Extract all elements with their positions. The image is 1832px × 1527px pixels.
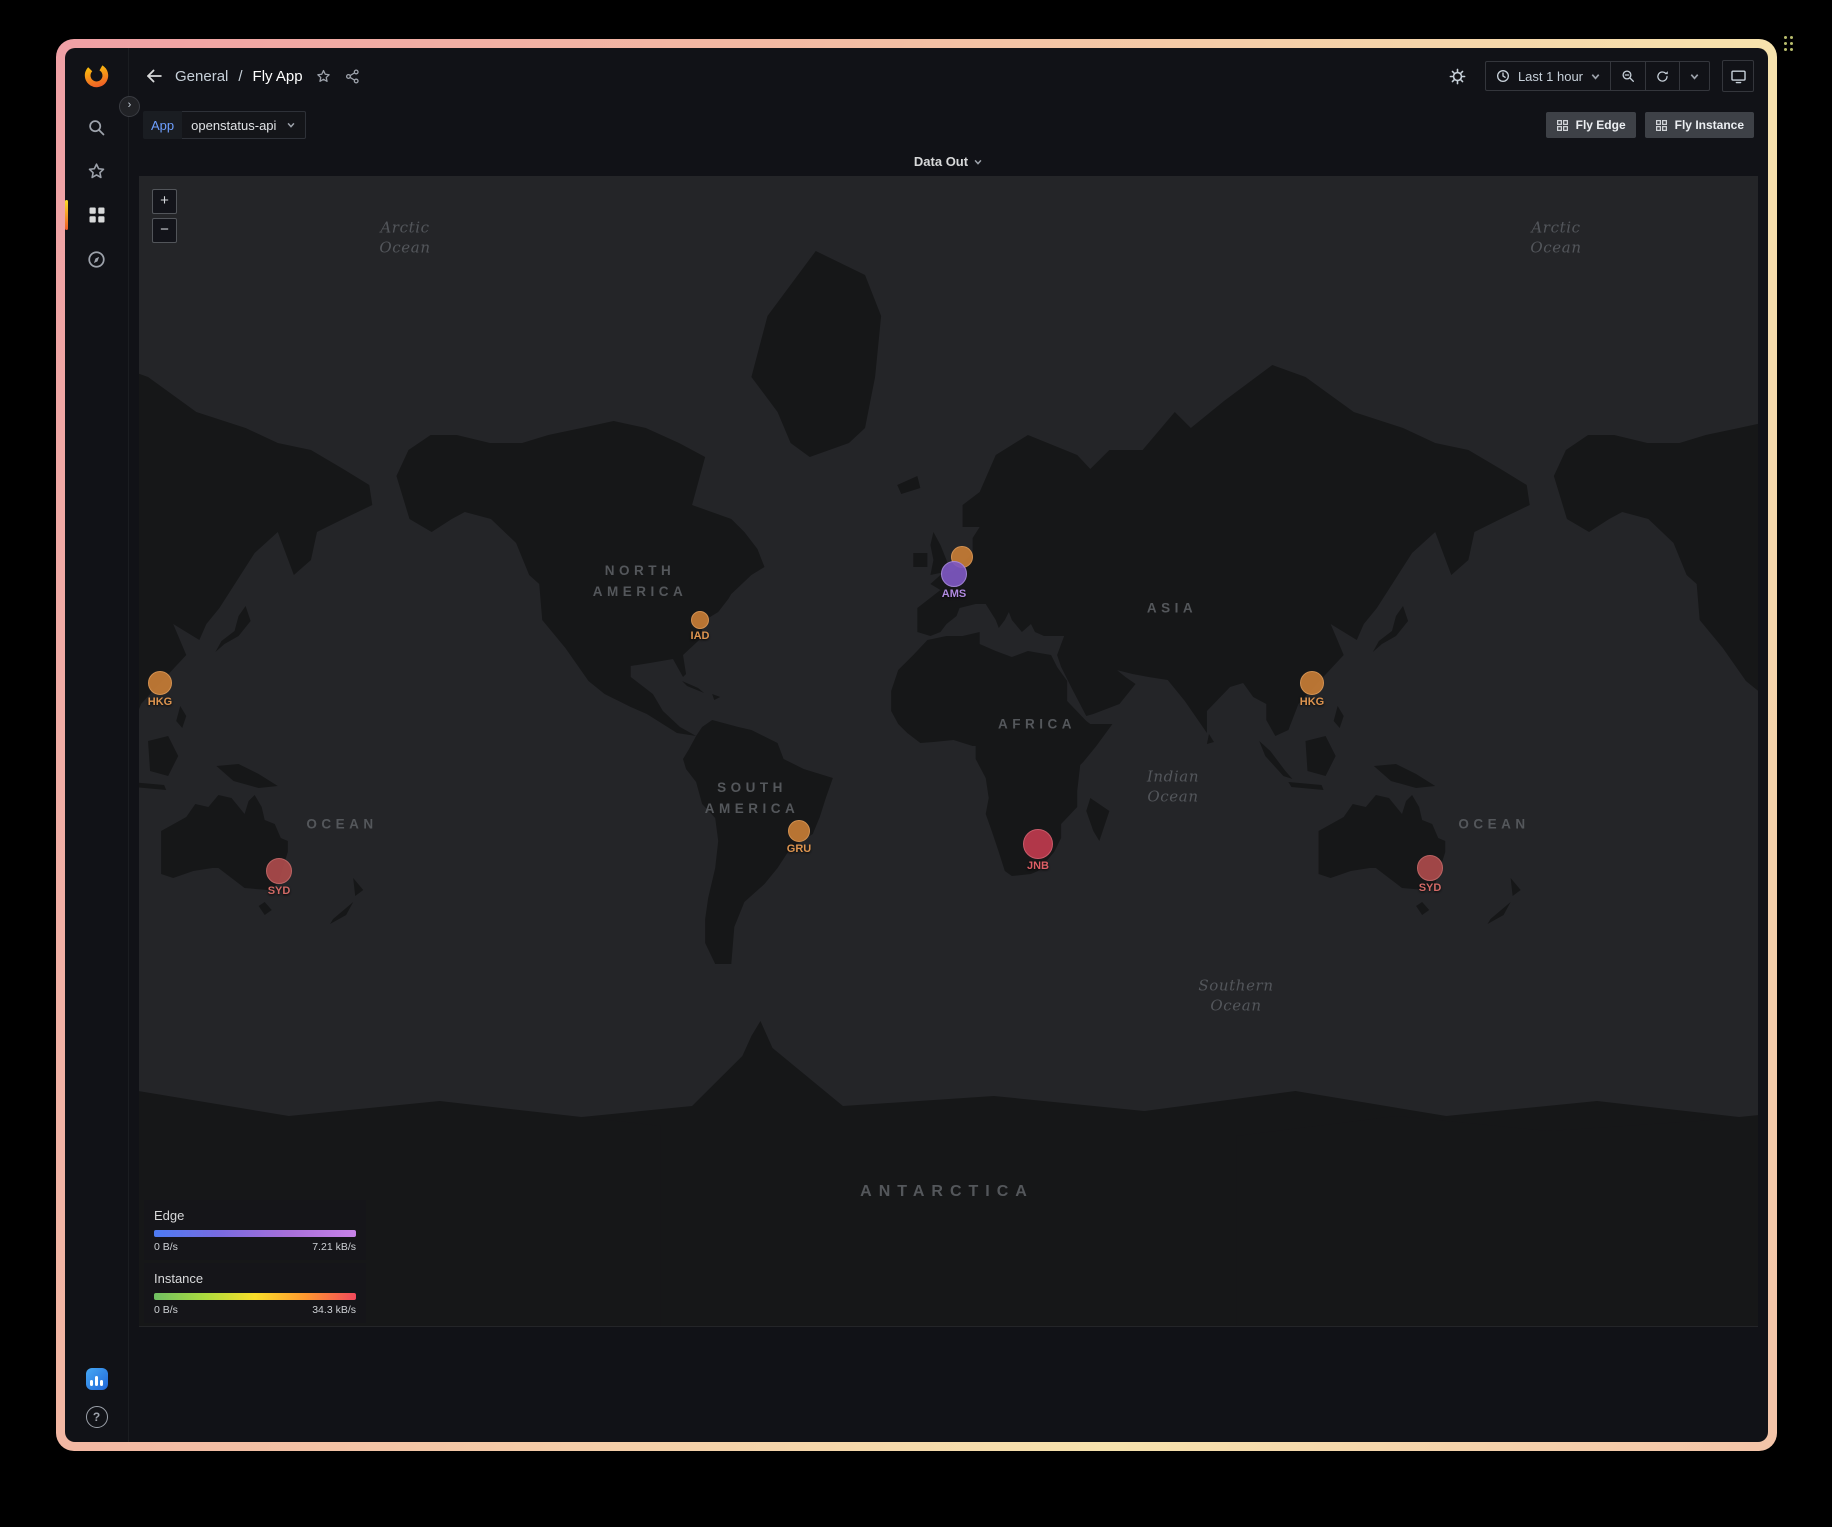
legend-edge-max: 7.21 kB/s [312, 1241, 356, 1253]
zoom-out-icon [1620, 68, 1636, 84]
map-marker-label: JNB [1027, 860, 1049, 872]
legend-instance-gradient [154, 1293, 356, 1300]
variable-app: App openstatus-api [143, 111, 306, 139]
map-marker-label: IAD [691, 630, 710, 642]
map-marker-ams[interactable] [941, 561, 967, 587]
geomap-panel[interactable]: + − Arctic OceanArctic OceanNORTH AMERIC… [139, 176, 1758, 1327]
dashboards-icon [1556, 119, 1569, 132]
map-marker-syd[interactable] [266, 858, 292, 884]
dashboard-links: Fly Edge Fly Instance [1546, 112, 1754, 138]
map-zoom-controls: + − [152, 189, 177, 243]
sidebar: › [65, 48, 129, 1442]
sidebar-item-dashboards[interactable] [65, 193, 128, 237]
map-marker-hkg[interactable] [148, 671, 172, 695]
time-range-picker[interactable]: Last 1 hour [1485, 61, 1611, 91]
share-dashboard-button[interactable] [344, 68, 361, 85]
refresh-button[interactable] [1645, 61, 1680, 91]
sidebar-item-starred[interactable] [65, 149, 128, 193]
refresh-interval-dropdown[interactable] [1679, 61, 1710, 91]
map-markers-layer: HKG SYD IAD AMS GRU JNB HKG SYD [139, 176, 1758, 1327]
app-window: › [56, 39, 1777, 1451]
search-icon [86, 117, 107, 138]
map-marker-label: GRU [787, 843, 811, 855]
legend-instance-title: Instance [154, 1271, 356, 1286]
panel-header[interactable]: Data Out [129, 146, 1768, 176]
monitor-icon [1730, 68, 1747, 85]
dashboards-icon [1655, 119, 1668, 132]
legend-instance-max: 34.3 kB/s [312, 1304, 356, 1316]
assistant-icon[interactable] [86, 1368, 108, 1390]
map-marker-label: SYD [1419, 882, 1442, 894]
share-icon [344, 68, 361, 85]
chevron-down-icon [973, 157, 983, 167]
fly-edge-label: Fly Edge [1576, 118, 1626, 132]
sidebar-expand-button[interactable]: › [119, 96, 140, 117]
zoom-in-button[interactable]: + [152, 189, 177, 214]
map-marker-gru[interactable] [788, 820, 810, 842]
breadcrumb-folder[interactable]: General [175, 68, 228, 85]
variable-app-label: App [143, 111, 182, 139]
fly-instance-label: Fly Instance [1675, 118, 1744, 132]
map-marker-iad[interactable] [691, 611, 709, 629]
grafana-window: › [65, 48, 1768, 1442]
time-range-label: Last 1 hour [1518, 69, 1583, 84]
back-arrow-icon [143, 65, 165, 87]
panel-title: Data Out [914, 154, 968, 169]
legend-edge-title: Edge [154, 1208, 356, 1223]
legend-instance: Instance 0 B/s 34.3 kB/s [144, 1263, 366, 1323]
zoom-out-button[interactable]: − [152, 218, 177, 243]
breadcrumb-separator: / [238, 68, 242, 85]
map-marker-label: HKG [1300, 696, 1324, 708]
map-marker-jnb[interactable] [1023, 829, 1053, 859]
favorite-dashboard-button[interactable] [315, 68, 332, 85]
zoom-out-time-button[interactable] [1610, 61, 1646, 91]
chevron-down-icon [1689, 71, 1700, 82]
main-content: General / Fly App [129, 48, 1768, 1442]
help-icon[interactable]: ? [86, 1406, 108, 1428]
back-button[interactable] [143, 65, 165, 87]
legend-edge-min: 0 B/s [154, 1241, 178, 1253]
star-icon [86, 161, 107, 182]
variable-app-value: openstatus-api [191, 118, 276, 133]
dashboard-subbar: App openstatus-api Fly Edge [129, 104, 1768, 146]
time-controls: Last 1 hour [1485, 61, 1710, 91]
map-marker-label: HKG [148, 696, 172, 708]
chevron-down-icon [286, 120, 296, 130]
dashboards-icon [87, 205, 107, 225]
clock-icon [1495, 68, 1511, 84]
star-icon [315, 68, 332, 85]
grafana-logo[interactable] [83, 62, 110, 89]
kiosk-mode-button[interactable] [1722, 60, 1754, 92]
gear-icon [1448, 67, 1467, 86]
sidebar-item-search[interactable] [65, 105, 128, 149]
chevron-down-icon [1590, 71, 1601, 82]
screen-artifact-dots [1784, 36, 1793, 51]
fly-instance-link[interactable]: Fly Instance [1645, 112, 1754, 138]
dashboard-settings-button[interactable] [1443, 61, 1473, 91]
map-marker-syd[interactable] [1417, 855, 1443, 881]
map-marker-label: AMS [942, 588, 966, 600]
active-indicator [65, 200, 68, 230]
legend-instance-min: 0 B/s [154, 1304, 178, 1316]
sidebar-item-explore[interactable] [65, 237, 128, 281]
legend-edge: Edge 0 B/s 7.21 kB/s [144, 1200, 366, 1260]
map-marker-label: SYD [268, 885, 291, 897]
map-legend: Edge 0 B/s 7.21 kB/s Instance 0 B/s 34.3… [144, 1200, 366, 1323]
map-marker-hkg[interactable] [1300, 671, 1324, 695]
legend-edge-gradient [154, 1230, 356, 1237]
explore-icon [86, 249, 107, 270]
variable-app-value-dropdown[interactable]: openstatus-api [182, 111, 306, 139]
breadcrumb-dashboard-title[interactable]: Fly App [253, 68, 303, 85]
fly-edge-link[interactable]: Fly Edge [1546, 112, 1636, 138]
dashboard-topbar: General / Fly App [129, 48, 1768, 104]
refresh-icon [1655, 69, 1670, 84]
